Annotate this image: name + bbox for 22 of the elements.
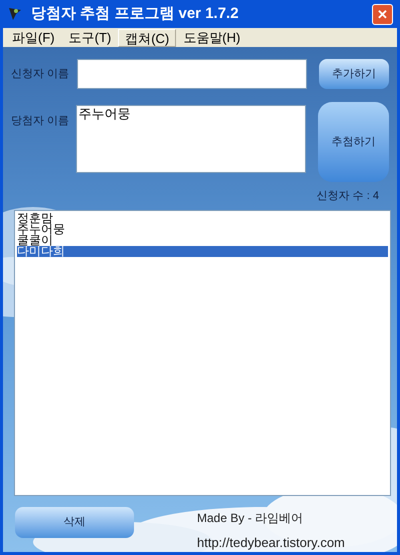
close-button[interactable]: ✕ <box>372 4 393 24</box>
list-item[interactable]: 쿨쿨이 <box>17 234 388 246</box>
menu-item[interactable]: 도움말(H) <box>176 28 248 46</box>
menu-item[interactable]: 도구(T) <box>62 28 118 46</box>
list-item[interactable]: 주누어뭉 <box>17 224 388 234</box>
delete-button[interactable]: 삭제 <box>15 506 134 538</box>
winner-name-field[interactable]: 주누어뭉 <box>76 105 306 173</box>
list-item[interactable]: 다미다희 <box>17 246 388 256</box>
list-item[interactable]: 정훈맘 <box>17 212 388 224</box>
menu-item[interactable]: 파일(F) <box>5 28 62 46</box>
window-title: 당첨자 추첨 프로그램 ver 1.7.2 <box>31 4 240 24</box>
applicant-list[interactable]: 정훈맘 주누어뭉 쿨쿨이 다미다희 <box>14 210 391 496</box>
app-icon <box>7 6 23 22</box>
field-label: 신청자 이름 <box>11 66 70 82</box>
applicant-count: 신청자 수 : 4 <box>316 189 379 204</box>
url-text: http://tedybear.tistory.com <box>197 534 345 552</box>
field-label: 당첨자 이름 <box>11 114 70 129</box>
draw-button[interactable]: 추첨하기 <box>318 102 389 182</box>
credit-text: Made By - 라임베어 <box>197 510 304 526</box>
add-button[interactable]: 추가하기 <box>319 59 389 89</box>
applicant-name-field[interactable] <box>76 59 308 89</box>
menu-item[interactable]: 캡쳐(C) <box>118 28 176 46</box>
